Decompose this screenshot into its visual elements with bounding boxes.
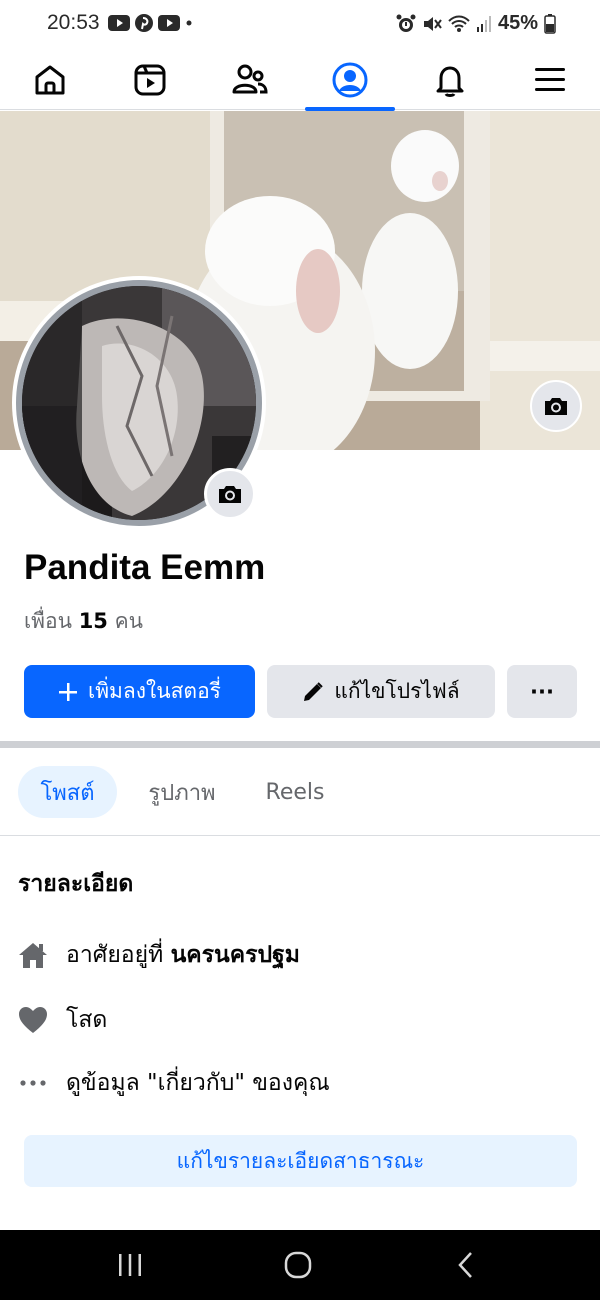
edit-profile-button[interactable]: แก้ไขโปรไฟล์ <box>267 665 495 718</box>
detail-relationship: โสด <box>18 1000 107 1040</box>
tab-reels[interactable]: Reels <box>252 766 338 818</box>
nav-video[interactable] <box>105 50 195 110</box>
edit-public-details-button[interactable]: แก้ไขรายละเอียดสาธารณะ <box>24 1135 577 1187</box>
top-navigation <box>0 50 600 111</box>
edit-profile-label: แก้ไขโปรไฟล์ <box>334 679 460 703</box>
nav-menu[interactable] <box>505 50 595 110</box>
friends-label: เพื่อน <box>24 609 72 633</box>
bell-icon <box>436 66 464 97</box>
section-divider <box>0 741 600 748</box>
nav-notifications[interactable] <box>405 50 495 110</box>
status-app-icons <box>108 13 194 33</box>
edit-public-details-label: แก้ไขรายละเอียดสาธารณะ <box>176 1148 425 1173</box>
add-to-story-button[interactable]: เพิ่มลงในสตอรี่ <box>24 665 255 718</box>
status-system-icons: 45% <box>396 12 556 35</box>
recent-apps-button[interactable] <box>90 1230 170 1300</box>
recent-apps-icon <box>119 1254 141 1276</box>
back-system-button[interactable] <box>426 1230 506 1300</box>
more-options-button[interactable]: ··· <box>507 665 577 718</box>
mute-icon <box>423 16 442 31</box>
camera-icon <box>219 486 241 503</box>
add-to-story-label: เพิ่มลงในสตอรี่ <box>88 679 221 703</box>
status-bar: 20:53 45% <box>0 0 600 50</box>
detail-about-link[interactable]: ดูข้อมูล "เกี่ยวกับ" ของคุณ <box>18 1063 330 1103</box>
menu-icon <box>535 68 565 91</box>
lives-in-label: อาศัยอยู่ที่ <box>66 942 164 968</box>
signal-icon <box>476 15 491 32</box>
battery-percent: 45% <box>497 12 538 34</box>
nav-home[interactable] <box>5 50 95 110</box>
friends-count-line[interactable]: เพื่อน 15 คน <box>24 605 143 638</box>
detail-lives-in: อาศัยอยู่ที่ นครนครปฐม <box>18 935 300 975</box>
home-system-button[interactable] <box>258 1230 338 1300</box>
heart-icon <box>18 1005 48 1035</box>
youtube-icon <box>108 15 130 31</box>
video-icon <box>134 64 166 96</box>
status-time: 20:53 <box>47 11 100 34</box>
details-title: รายละเอียด <box>18 871 134 897</box>
youtube-icon <box>158 15 180 31</box>
home-icon <box>35 65 65 95</box>
wifi-icon <box>448 15 470 32</box>
avatar-camera-button[interactable] <box>204 468 256 520</box>
profile-name: Pandita Eemm <box>24 548 266 587</box>
profile-tabs: โพสต์ รูปภาพ Reels <box>0 748 600 836</box>
home-icon <box>18 940 48 970</box>
friends-unit: คน <box>114 609 144 633</box>
system-navigation-bar <box>0 1230 600 1300</box>
pinterest-icon <box>135 14 153 32</box>
friends-icon <box>232 64 268 94</box>
nav-friends[interactable] <box>205 50 295 110</box>
back-icon <box>458 1252 472 1278</box>
camera-icon <box>545 398 567 415</box>
tab-posts[interactable]: โพสต์ <box>18 766 117 818</box>
home-circle-icon <box>284 1251 312 1279</box>
alarm-icon <box>396 14 416 32</box>
nav-profile[interactable] <box>305 50 395 111</box>
notification-dot-icon <box>186 20 192 26</box>
profile-icon <box>332 62 368 98</box>
about-link-label: ดูข้อมูล "เกี่ยวกับ" ของคุณ <box>66 1070 330 1096</box>
ellipsis-icon <box>18 1068 48 1098</box>
friends-count: 15 <box>78 609 108 633</box>
tab-photos[interactable]: รูปภาพ <box>132 766 232 818</box>
plus-icon <box>59 682 78 701</box>
more-icon: ··· <box>530 679 554 704</box>
lives-in-city[interactable]: นครนครปฐม <box>171 942 300 968</box>
pencil-icon <box>304 681 324 701</box>
cover-camera-button[interactable] <box>530 380 582 432</box>
relationship-status: โสด <box>66 1007 108 1033</box>
battery-icon <box>544 13 556 34</box>
